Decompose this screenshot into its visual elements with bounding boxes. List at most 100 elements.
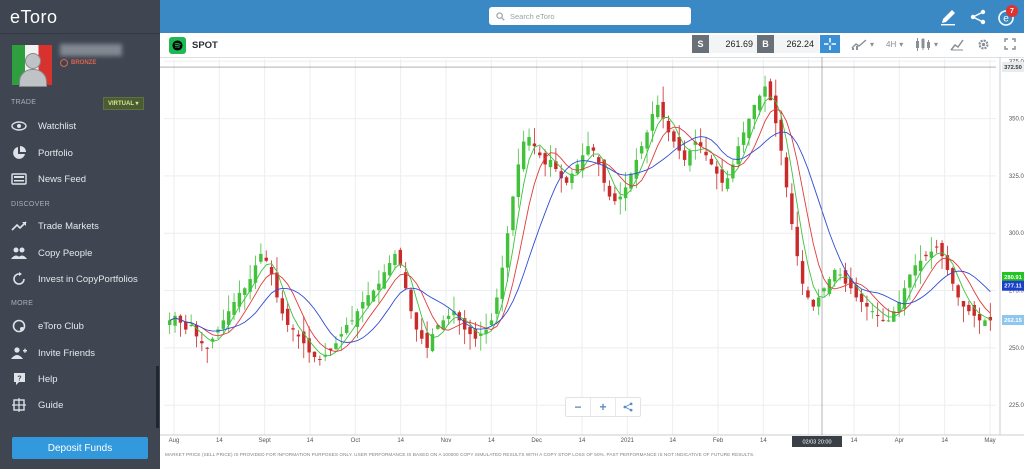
sidebar-item-copy-people[interactable]: Copy People xyxy=(0,241,155,265)
etoro-logo[interactable]: eToro xyxy=(10,7,58,28)
crosshair-toggle-icon[interactable] xyxy=(820,35,840,53)
candle-body xyxy=(339,334,344,337)
section-trade: TRADE xyxy=(11,99,37,106)
candle-body xyxy=(656,104,660,118)
candle-body xyxy=(977,313,982,321)
help-icon: ? xyxy=(11,372,27,386)
sidebar-item-trade-markets[interactable]: Trade Markets xyxy=(0,214,155,238)
zoom-in-button[interactable]: + xyxy=(591,398,616,416)
sidebar-item-invite-friends[interactable]: Invite Friends xyxy=(0,341,155,365)
sidebar-item-copyportfolios[interactable]: Invest in CopyPortfolios xyxy=(0,267,155,291)
avatar-head xyxy=(25,53,41,69)
candle-body xyxy=(672,131,676,142)
x-tick-label: 14 xyxy=(307,438,314,444)
candle-body xyxy=(532,143,537,147)
sidebar-item-portfolio[interactable]: Portfolio xyxy=(0,141,155,165)
tier-icon xyxy=(60,59,68,67)
candle-body xyxy=(489,320,494,326)
sidebar-item-watchlist[interactable]: Watchlist xyxy=(0,114,155,138)
candle-body xyxy=(505,233,510,268)
timeframe-label: 4H xyxy=(886,39,897,49)
fullscreen-icon[interactable] xyxy=(1004,37,1016,51)
x-tick-label: May xyxy=(984,438,995,444)
candle-body xyxy=(393,253,397,266)
candle-body xyxy=(420,330,424,339)
x-tick-label: Apr xyxy=(895,438,904,444)
zoom-out-button[interactable]: − xyxy=(566,398,591,416)
candle-body xyxy=(639,146,644,154)
x-tick-label: Oct xyxy=(351,438,361,444)
candle-body xyxy=(511,196,515,231)
candle-body xyxy=(741,132,746,145)
chart-settings-gear-icon[interactable] xyxy=(977,37,990,51)
candle-body xyxy=(725,178,730,189)
candle-body xyxy=(736,146,740,165)
zoom-controls: − + xyxy=(565,397,641,417)
buy-price[interactable]: 262.24 xyxy=(774,35,819,53)
sidebar-item-etoro-club[interactable]: eToro Club xyxy=(0,314,155,338)
candle-body xyxy=(688,150,692,166)
avatar[interactable] xyxy=(12,45,52,87)
drawing-tools-icon[interactable] xyxy=(950,37,964,51)
virtual-mode-dropdown[interactable]: VIRTUAL ▾ xyxy=(103,97,144,110)
candle-body xyxy=(715,166,719,174)
candlestick-icon xyxy=(916,37,930,51)
spotify-logo-icon xyxy=(169,37,186,54)
buy-button[interactable]: B xyxy=(757,35,774,53)
candle-body xyxy=(200,341,204,344)
candle-body xyxy=(645,132,649,149)
candle-body xyxy=(205,347,209,349)
people-icon xyxy=(11,246,27,260)
sell-price[interactable]: 261.69 xyxy=(709,35,758,53)
tier-label: BRONZE xyxy=(71,60,97,66)
x-tick-label: 14 xyxy=(669,438,676,444)
sidebar-item-guide[interactable]: Guide xyxy=(0,393,155,417)
sidebar-item-news-feed[interactable]: News Feed xyxy=(0,167,155,191)
candle-body xyxy=(344,324,349,333)
candle-body xyxy=(409,289,413,312)
y-tick-label: 350.00 xyxy=(1009,117,1024,123)
sidebar-item-label: News Feed xyxy=(38,173,87,185)
eye-icon xyxy=(11,119,27,133)
candle-body xyxy=(285,308,290,325)
sell-button[interactable]: S xyxy=(692,35,709,53)
section-discover: DISCOVER xyxy=(11,201,50,208)
candle-body xyxy=(387,263,392,276)
chart-type-dropdown[interactable]: ▾ xyxy=(915,37,938,51)
sidebar-item-help[interactable]: ? Help xyxy=(0,367,155,391)
share-icon[interactable] xyxy=(968,7,988,27)
candle-body xyxy=(334,343,338,349)
username-blurred[interactable] xyxy=(60,44,122,56)
edit-post-icon[interactable] xyxy=(938,7,958,27)
candle-body xyxy=(446,315,451,319)
candle-body xyxy=(870,311,875,313)
search-input[interactable]: Search eToro xyxy=(489,7,691,25)
candle-body xyxy=(908,274,912,288)
candle-body xyxy=(618,196,622,200)
candle-body xyxy=(800,261,805,284)
y-tick-label: 225.00 xyxy=(1009,403,1024,409)
x-tick-label: 2021 xyxy=(621,438,635,444)
notification-badge: 7 xyxy=(1006,5,1018,17)
candle-body xyxy=(398,249,403,266)
candle-body xyxy=(875,314,880,316)
share-chart-button[interactable] xyxy=(616,398,640,416)
candle-body xyxy=(779,119,783,151)
indicators-dropdown[interactable]: ▾ xyxy=(851,37,874,51)
x-tick-label: 14 xyxy=(216,438,223,444)
x-tick-label: 14 xyxy=(941,438,948,444)
candle-body xyxy=(956,285,960,298)
sidebar-scrollbar[interactable] xyxy=(156,366,159,428)
candle-body xyxy=(521,141,526,170)
candle-body xyxy=(816,297,821,307)
candle-body xyxy=(784,157,789,188)
price-label: 277.11 xyxy=(1004,284,1022,290)
candle-body xyxy=(564,177,569,183)
candle-body xyxy=(468,327,472,335)
candle-body xyxy=(886,320,891,322)
candle-body xyxy=(425,332,429,348)
timeframe-dropdown[interactable]: 4H ▾ xyxy=(886,37,903,51)
x-tick-label: 14 xyxy=(488,438,495,444)
chevron-down-icon: ▾ xyxy=(870,39,875,49)
deposit-funds-button[interactable]: Deposit Funds xyxy=(12,437,148,459)
